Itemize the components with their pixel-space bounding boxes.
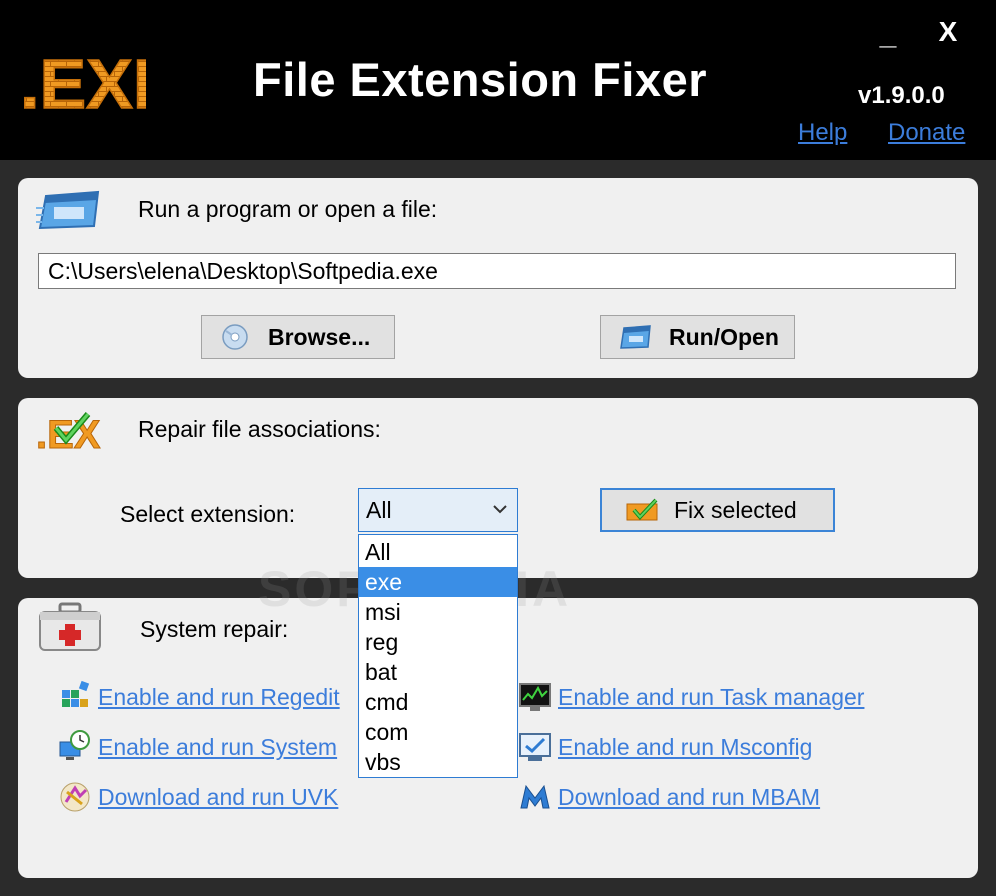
fix-selected-label: Fix selected	[674, 496, 797, 523]
system-restore-link[interactable]: Enable and run System	[98, 734, 337, 761]
extension-option[interactable]: msi	[359, 597, 517, 627]
run-open-label: Run/Open	[669, 323, 779, 350]
regedit-link[interactable]: Enable and run Regedit	[98, 684, 340, 711]
extension-select[interactable]: All	[358, 488, 518, 532]
file-path-input[interactable]	[38, 253, 956, 289]
app-title: File Extension Fixer	[253, 53, 708, 106]
run-section-title: Run a program or open a file:	[138, 196, 438, 222]
task-manager-icon	[519, 683, 551, 711]
close-button[interactable]: X	[934, 16, 962, 48]
svg-text:.EXE: .EXE	[20, 45, 146, 120]
program-window-icon	[36, 190, 100, 230]
exe-check-icon: .EXE	[36, 412, 102, 452]
exe-logo: .EXE	[19, 44, 146, 120]
browse-button[interactable]: Browse...	[201, 315, 395, 359]
help-link[interactable]: Help	[798, 119, 847, 147]
mbam-link[interactable]: Download and run MBAM	[558, 784, 820, 811]
system-restore-icon	[59, 730, 90, 760]
fix-selected-button[interactable]: Fix selected	[600, 488, 835, 532]
msconfig-link[interactable]: Enable and run Msconfig	[558, 734, 812, 761]
first-aid-kit-icon	[39, 602, 101, 651]
extension-option[interactable]: cmd	[359, 687, 517, 717]
app-window: .EXE File Extension Fixer _ X v1.9.0.0 H…	[0, 0, 996, 896]
extension-dropdown-list[interactable]: All exe msi reg bat cmd com vbs	[358, 534, 518, 778]
run-window-icon	[620, 325, 651, 349]
run-open-button[interactable]: Run/Open	[600, 315, 795, 359]
uvk-link[interactable]: Download and run UVK	[98, 784, 338, 811]
browse-label: Browse...	[268, 323, 371, 350]
donate-link[interactable]: Donate	[888, 119, 965, 147]
fix-check-icon	[626, 498, 658, 521]
run-program-panel: Run a program or open a file: Browse... …	[18, 178, 978, 378]
system-section-title: System repair:	[140, 616, 289, 642]
extension-select-value: All	[366, 497, 392, 523]
chevron-down-icon	[493, 505, 507, 514]
extension-option-highlighted[interactable]: exe	[359, 567, 517, 597]
extension-option[interactable]: com	[359, 717, 517, 747]
title-bar: .EXE File Extension Fixer _ X v1.9.0.0 H…	[0, 0, 996, 160]
msconfig-icon	[519, 733, 551, 761]
mbam-icon	[520, 784, 550, 809]
extension-option[interactable]: bat	[359, 657, 517, 687]
version-label: v1.9.0.0	[858, 82, 945, 109]
uvk-icon	[60, 782, 90, 812]
browse-icon	[222, 324, 248, 350]
minimize-button[interactable]: _	[876, 18, 900, 52]
select-extension-label: Select extension:	[120, 501, 296, 527]
repair-section-title: Repair file associations:	[138, 416, 381, 442]
task-manager-link[interactable]: Enable and run Task manager	[558, 684, 864, 711]
extension-option[interactable]: vbs	[359, 747, 517, 777]
extension-option[interactable]: All	[359, 537, 517, 567]
regedit-icon	[62, 680, 90, 707]
extension-option[interactable]: reg	[359, 627, 517, 657]
